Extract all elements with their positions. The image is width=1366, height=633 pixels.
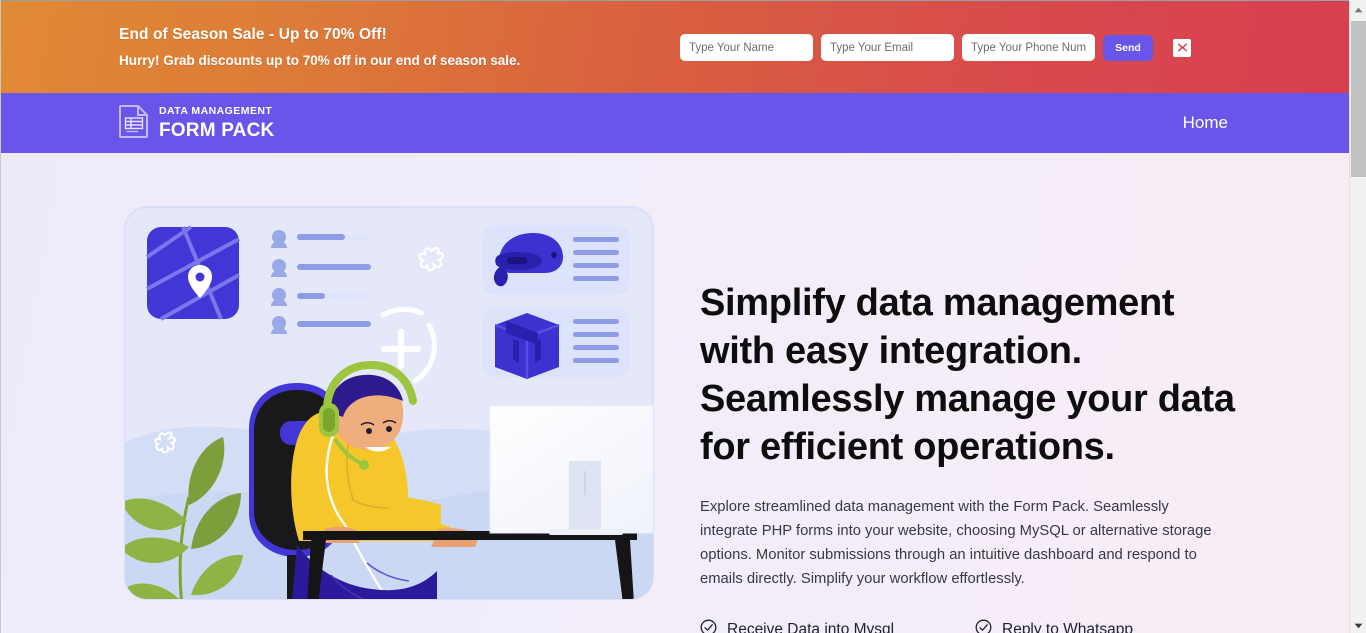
scroll-down-arrow-icon <box>1354 616 1363 633</box>
promo-banner-title: End of Season Sale - Up to 70% Off! <box>119 25 387 43</box>
hero-title: Simplify data management with easy integ… <box>700 282 1235 468</box>
scroll-up-button[interactable] <box>1350 0 1366 17</box>
check-circle-icon <box>975 619 992 633</box>
check-circle-icon <box>700 619 717 633</box>
scrollbar-track[interactable] <box>1350 17 1366 616</box>
promo-banner-text: End of Season Sale - Up to 70% Off! Hurr… <box>119 25 520 70</box>
feature-label: Receive Data into Mysql <box>727 621 895 633</box>
feature-label: Reply to Whatsapp <box>1002 621 1133 633</box>
support-agent-at-desk-illustration <box>121 203 661 633</box>
promo-close-button[interactable] <box>1173 38 1191 57</box>
promo-name-input[interactable] <box>680 34 813 61</box>
feature-item-mysql: Receive Data into Mysql <box>700 619 975 633</box>
brand-logo-link[interactable]: DATA MANAGEMENT FORM PACK <box>119 104 274 143</box>
promo-send-button[interactable]: Send <box>1103 34 1153 61</box>
brand-name: FORM PACK <box>159 119 275 141</box>
hero-description: Explore streamlined data management with… <box>700 499 1212 587</box>
hero-copy: Simplify data management with easy integ… <box>700 279 1235 633</box>
browser-viewport: End of Season Sale - Up to 70% Off! Hurr… <box>0 0 1366 633</box>
feature-item-whatsapp: Reply to Whatsapp <box>975 619 1133 633</box>
brand-tagline: DATA MANAGEMENT <box>159 105 273 118</box>
promo-subscribe-form: Send <box>680 34 1191 61</box>
vertical-scrollbar[interactable] <box>1349 0 1366 633</box>
nav-links: Home <box>1183 113 1228 133</box>
hero-section: Simplify data management with easy integ… <box>1 153 1349 633</box>
scrollbar-thumb[interactable] <box>1351 21 1366 177</box>
document-table-icon <box>119 104 149 143</box>
scroll-up-arrow-icon <box>1354 0 1363 18</box>
promo-phone-input[interactable] <box>962 34 1095 61</box>
brand-text: DATA MANAGEMENT FORM PACK <box>159 106 274 140</box>
web-page: End of Season Sale - Up to 70% Off! Hurr… <box>0 0 1349 633</box>
main-navbar: DATA MANAGEMENT FORM PACK Home <box>1 93 1349 153</box>
promo-email-input[interactable] <box>821 34 954 61</box>
promo-banner: End of Season Sale - Up to 70% Off! Hurr… <box>1 1 1349 93</box>
hero-feature-list: Receive Data into Mysql Reply to Whatsap… <box>700 619 1235 633</box>
scroll-down-button[interactable] <box>1350 616 1366 633</box>
close-x-icon <box>1177 42 1188 53</box>
promo-banner-subtitle: Hurry! Grab discounts up to 70% off in o… <box>119 52 521 68</box>
nav-link-home[interactable]: Home <box>1183 113 1228 133</box>
